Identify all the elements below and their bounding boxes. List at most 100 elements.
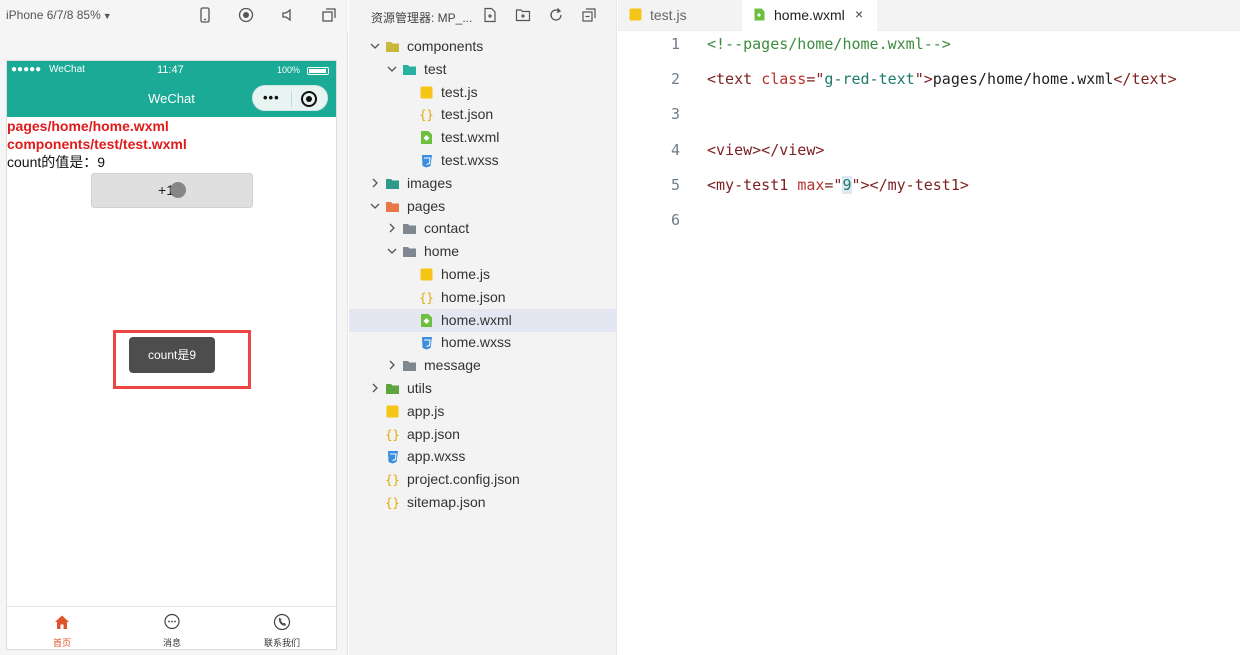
json-file-icon: {} <box>419 291 433 305</box>
tree-item-home[interactable]: home <box>349 240 617 263</box>
tree-item-app-json[interactable]: {} app.json <box>349 423 617 446</box>
code-line[interactable]: 1 <!--pages/home/home.wxml--> <box>618 35 1240 59</box>
tree-item-images[interactable]: images <box>349 172 617 195</box>
code-text: <text class="g-red-text">pages/home/home… <box>707 70 1177 88</box>
editor-tab-test-js[interactable]: test.js <box>618 0 742 31</box>
tree-item-label: message <box>424 357 481 374</box>
tree-item-label: test.wxss <box>441 152 499 168</box>
code-token: </text> <box>1113 70 1177 89</box>
battery-percent: 100% <box>277 65 301 75</box>
explorer-header: 资源管理器: MP_... <box>349 0 617 31</box>
code-line[interactable]: 3 <box>618 105 1240 129</box>
tree-item-home-json[interactable]: {} home.json <box>349 286 617 309</box>
tree-item-app-wxss[interactable]: app.wxss <box>349 445 617 468</box>
code-text: <!--pages/home/home.wxml--> <box>707 35 951 53</box>
tree-item-label: project.config.json <box>407 471 520 488</box>
phone-screen: ●●●●● WeChat 11:47 100% WeChat ••• pages… <box>6 60 337 650</box>
phone-icon[interactable] <box>196 6 214 24</box>
chevron-right-icon[interactable] <box>369 176 381 190</box>
volume-icon[interactable] <box>279 6 297 24</box>
tree-item-home-js[interactable]: home.js <box>349 263 617 286</box>
folder-open-icon <box>403 247 416 258</box>
status-bar: ●●●●● WeChat 11:47 100% <box>7 61 336 81</box>
tree-item-contact[interactable]: contact <box>349 217 617 240</box>
component-path-text: components/test/test.wxml <box>7 136 187 152</box>
close-icon[interactable]: × <box>855 6 863 22</box>
tree-item-project-config-json[interactable]: {} project.config.json <box>349 468 617 491</box>
refresh-icon[interactable] <box>548 7 564 23</box>
tree-item-utils[interactable]: utils <box>349 377 617 400</box>
code-token: 9 <box>842 175 852 194</box>
plus-one-button[interactable]: +1 <box>91 173 253 208</box>
wxss-file-icon <box>388 451 398 464</box>
home-path-text: pages/home/home.wxml <box>7 118 169 134</box>
js-file-icon <box>386 405 399 418</box>
code-token: =" <box>824 175 843 194</box>
editor-tab-home-wxml[interactable]: home.wxml × <box>742 0 877 31</box>
tree-item-label: app.json <box>407 425 460 442</box>
tree-item-test-wxml[interactable]: test.wxml <box>349 126 617 149</box>
carrier-label: WeChat <box>49 64 85 75</box>
device-label: iPhone 6/7/8 85% <box>6 8 101 22</box>
tab-home-label: 首页 <box>52 638 71 648</box>
tree-item-test-json[interactable]: {} test.json <box>349 103 617 126</box>
code-token: max <box>797 175 825 194</box>
record-icon[interactable] <box>237 6 255 24</box>
caret-down-icon: ▼ <box>102 11 112 21</box>
device-selector[interactable]: iPhone 6/7/8 85% ▼ <box>6 8 112 22</box>
more-icon[interactable]: ••• <box>263 90 280 105</box>
popout-icon[interactable] <box>320 6 338 24</box>
tree-item-label: app.js <box>407 402 445 419</box>
tree-item-components[interactable]: components <box>349 35 617 58</box>
chevron-down-icon[interactable] <box>369 199 381 213</box>
code-line[interactable]: 2 <text class="g-red-text">pages/home/hom… <box>618 70 1240 94</box>
tree-item-label: pages <box>407 197 446 214</box>
js-file-icon <box>420 86 433 99</box>
line-number: 4 <box>670 140 680 159</box>
tree-item-home-wxss[interactable]: home.wxss <box>349 331 617 354</box>
tree-item-label: images <box>407 174 453 191</box>
chevron-right-icon[interactable] <box>369 381 381 395</box>
code-line[interactable]: 4 <view></view> <box>618 141 1240 165</box>
close-miniprogram-icon[interactable] <box>301 91 317 107</box>
tree-item-sitemap-json[interactable]: {} sitemap.json <box>349 491 617 514</box>
tree-item-home-wxml[interactable]: home.wxml <box>349 308 617 332</box>
chevron-down-icon[interactable] <box>386 244 398 258</box>
tree-item-test[interactable]: test <box>349 58 617 81</box>
tab-home[interactable]: 首页 <box>7 607 117 650</box>
tree-item-pages[interactable]: pages <box>349 195 617 218</box>
tab-messages[interactable]: 消息 <box>117 607 227 650</box>
chevron-down-icon[interactable] <box>369 39 381 53</box>
svg-text:{}: {} <box>385 473 399 487</box>
folder-utils-icon <box>386 384 399 394</box>
tree-item-test-js[interactable]: test.js <box>349 81 617 104</box>
tree-item-label: test.js <box>441 83 478 100</box>
status-time: 11:47 <box>157 64 184 76</box>
svg-text:{}: {} <box>419 108 433 122</box>
new-folder-icon[interactable] <box>515 7 531 23</box>
chevron-right-icon[interactable] <box>386 358 398 372</box>
collapse-all-icon[interactable] <box>581 7 597 23</box>
new-file-icon[interactable] <box>482 7 498 23</box>
folder-images-icon <box>386 178 399 189</box>
tree-item-test-wxss[interactable]: test.wxss <box>349 149 617 172</box>
code-token: =" <box>806 70 825 89</box>
wxml-file-icon <box>754 8 765 21</box>
tree-item-message[interactable]: message <box>349 354 617 377</box>
simulator-toolbar: iPhone 6/7/8 85% ▼ <box>0 0 348 31</box>
tab-messages-label: 消息 <box>162 638 181 648</box>
tree-item-app-js[interactable]: app.js <box>349 400 617 423</box>
chevron-down-icon[interactable] <box>386 62 398 76</box>
tree-item-label: home.wxml <box>441 311 512 328</box>
tab-contact[interactable]: 联系我们 <box>227 607 337 650</box>
message-icon <box>164 613 180 630</box>
tree-item-label: test <box>424 60 447 77</box>
code-line[interactable]: 6 <box>618 211 1240 235</box>
code-line[interactable]: 5 <my-test1 max="9"></my-test1> <box>618 175 1240 200</box>
editor-tab-strip: test.js home.wxml × <box>618 0 1240 31</box>
svg-text:{}: {} <box>419 291 433 305</box>
devtools-window: iPhone 6/7/8 85% ▼ ●●●●● WeChat 11:47 100… <box>0 0 1240 655</box>
chevron-right-icon[interactable] <box>386 221 398 235</box>
code-token: <!--pages/home/home.wxml--> <box>707 35 951 53</box>
folder-pages-icon <box>386 201 399 212</box>
